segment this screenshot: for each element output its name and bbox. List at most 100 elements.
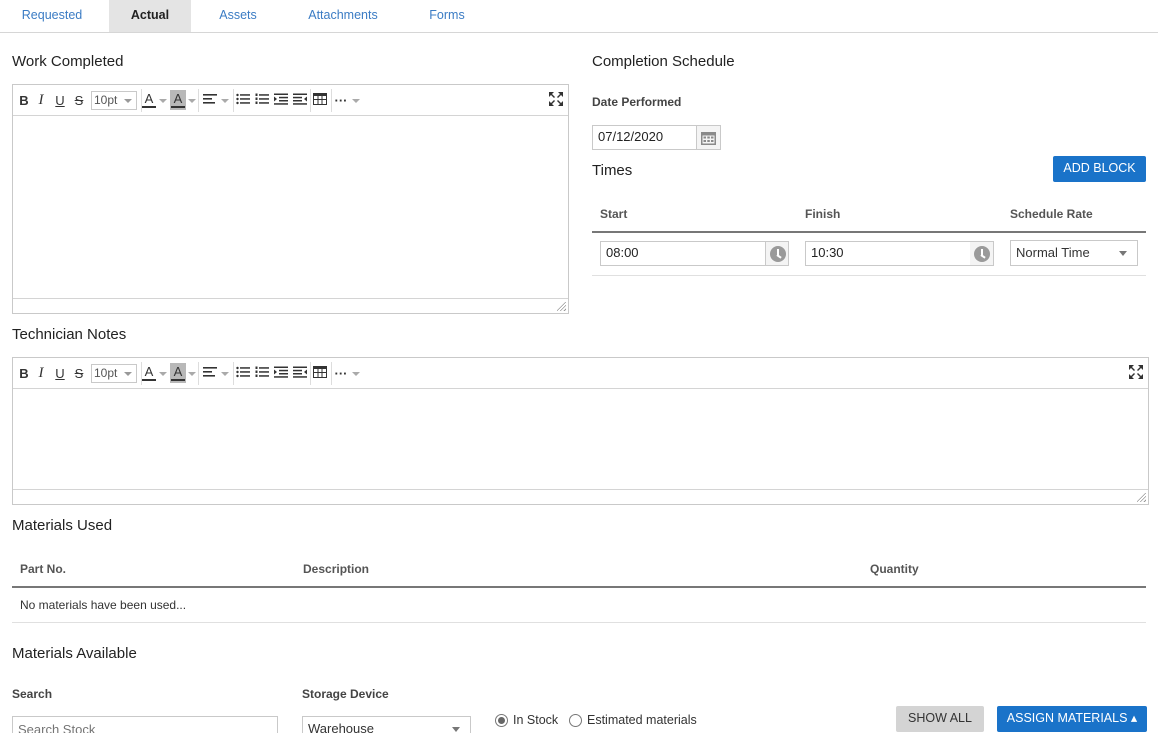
italic-icon[interactable]: I	[35, 91, 47, 110]
search-stock-input[interactable]	[12, 716, 278, 733]
indent-icon[interactable]	[273, 91, 289, 110]
editor-toolbar: B I U S 10pt A A ···	[13, 358, 1148, 389]
chevron-down-icon[interactable]	[352, 99, 360, 103]
chevron-down-icon[interactable]	[188, 99, 196, 103]
toolbar-divider	[331, 362, 332, 385]
tab-requested[interactable]: Requested	[8, 0, 96, 32]
font-size-value: 10pt	[94, 366, 118, 380]
table-row-divider	[592, 275, 1146, 276]
font-color-icon[interactable]: A	[141, 90, 157, 110]
fullscreen-icon[interactable]	[548, 91, 564, 110]
chevron-down-icon[interactable]	[221, 99, 229, 103]
work-completed-title: Work Completed	[12, 53, 124, 70]
tab-bar: Requested Actual Assets Attachments Form…	[0, 0, 1158, 33]
underline-icon[interactable]: U	[54, 91, 66, 110]
chevron-down-icon[interactable]	[188, 372, 196, 376]
clock-icon	[770, 246, 786, 262]
bold-icon[interactable]: B	[18, 91, 30, 110]
finish-time-picker-button[interactable]	[970, 241, 994, 266]
strikethrough-icon[interactable]: S	[73, 91, 85, 110]
assign-materials-button[interactable]: ASSIGN MATERIALS ▴	[997, 706, 1147, 732]
bullet-list-icon[interactable]	[235, 364, 251, 383]
editor-status-bar	[13, 298, 568, 313]
date-performed-label: Date Performed	[592, 95, 682, 109]
font-color-icon[interactable]: A	[141, 363, 157, 383]
bullet-list-icon[interactable]	[235, 91, 251, 110]
in-stock-radio[interactable]	[495, 714, 508, 727]
toolbar-divider	[310, 89, 311, 112]
chevron-down-icon[interactable]	[159, 99, 167, 103]
toolbar-divider	[198, 362, 199, 385]
align-left-icon[interactable]	[202, 91, 218, 110]
column-header-start: Start	[600, 207, 628, 221]
start-time-picker-button[interactable]	[766, 241, 789, 266]
materials-available-title: Materials Available	[12, 645, 137, 662]
storage-device-value: Warehouse	[308, 721, 374, 733]
more-icon[interactable]: ···	[334, 364, 348, 383]
table-icon[interactable]	[312, 364, 328, 383]
materials-row-divider	[12, 622, 1146, 623]
times-title: Times	[592, 162, 633, 179]
finish-time-input[interactable]: 10:30	[805, 241, 971, 266]
materials-header-divider	[12, 586, 1146, 588]
resize-grip-icon[interactable]	[557, 302, 566, 311]
materials-used-title: Materials Used	[12, 517, 113, 534]
more-icon[interactable]: ···	[334, 91, 348, 110]
font-size-select[interactable]: 10pt	[91, 364, 137, 383]
tab-attachments[interactable]: Attachments	[298, 0, 388, 32]
column-header-schedule-rate: Schedule Rate	[1010, 207, 1093, 221]
fullscreen-icon[interactable]	[1128, 364, 1144, 383]
estimated-materials-radio[interactable]	[569, 714, 582, 727]
materials-empty-message: No materials have been used...	[20, 598, 187, 612]
table-icon[interactable]	[312, 91, 328, 110]
highlight-color-icon[interactable]: A	[170, 90, 186, 110]
underline-icon[interactable]: U	[54, 364, 66, 383]
column-header-quantity: Quantity	[870, 562, 919, 576]
calendar-icon	[701, 132, 716, 145]
numbered-list-icon[interactable]	[254, 364, 270, 383]
column-header-description: Description	[303, 562, 370, 576]
tab-actual[interactable]: Actual	[109, 0, 191, 32]
italic-icon[interactable]: I	[35, 364, 47, 383]
toolbar-divider	[310, 362, 311, 385]
resize-grip-icon[interactable]	[1137, 493, 1146, 502]
outdent-icon[interactable]	[292, 364, 308, 383]
numbered-list-icon[interactable]	[254, 91, 270, 110]
show-all-button[interactable]: SHOW ALL	[896, 706, 984, 732]
storage-device-label: Storage Device	[302, 687, 389, 701]
indent-icon[interactable]	[273, 364, 289, 383]
start-time-input[interactable]: 08:00	[600, 241, 766, 266]
toolbar-divider	[233, 89, 234, 112]
font-size-select[interactable]: 10pt	[91, 91, 137, 110]
calendar-button[interactable]	[697, 125, 721, 150]
date-performed-input[interactable]: 07/12/2020	[592, 125, 697, 150]
technician-notes-editor[interactable]: B I U S 10pt A A ···	[12, 357, 1149, 505]
chevron-down-icon[interactable]	[159, 372, 167, 376]
schedule-rate-select[interactable]: Normal Time	[1010, 240, 1138, 266]
technician-notes-title: Technician Notes	[12, 326, 127, 343]
editor-status-bar	[13, 489, 1148, 504]
in-stock-label: In Stock	[513, 713, 559, 727]
clock-icon	[974, 246, 990, 262]
chevron-down-icon	[452, 727, 460, 732]
chevron-down-icon	[1119, 251, 1127, 256]
toolbar-divider	[233, 362, 234, 385]
bold-icon[interactable]: B	[18, 364, 30, 383]
editor-toolbar: B I U S 10pt A A ···	[13, 85, 568, 116]
chevron-down-icon[interactable]	[352, 372, 360, 376]
column-header-finish: Finish	[805, 207, 841, 221]
estimated-materials-label: Estimated materials	[587, 713, 697, 727]
tab-assets[interactable]: Assets	[205, 0, 271, 32]
tab-forms[interactable]: Forms	[420, 0, 474, 32]
completion-schedule-title: Completion Schedule	[592, 53, 735, 70]
storage-device-select[interactable]: Warehouse	[302, 716, 471, 733]
work-completed-editor[interactable]: B I U S 10pt A A ···	[12, 84, 569, 314]
chevron-down-icon[interactable]	[221, 372, 229, 376]
align-left-icon[interactable]	[202, 364, 218, 383]
add-block-button[interactable]: ADD BLOCK	[1053, 156, 1146, 182]
toolbar-divider	[331, 89, 332, 112]
highlight-color-icon[interactable]: A	[170, 363, 186, 383]
outdent-icon[interactable]	[292, 91, 308, 110]
schedule-rate-value: Normal Time	[1016, 245, 1090, 260]
strikethrough-icon[interactable]: S	[73, 364, 85, 383]
